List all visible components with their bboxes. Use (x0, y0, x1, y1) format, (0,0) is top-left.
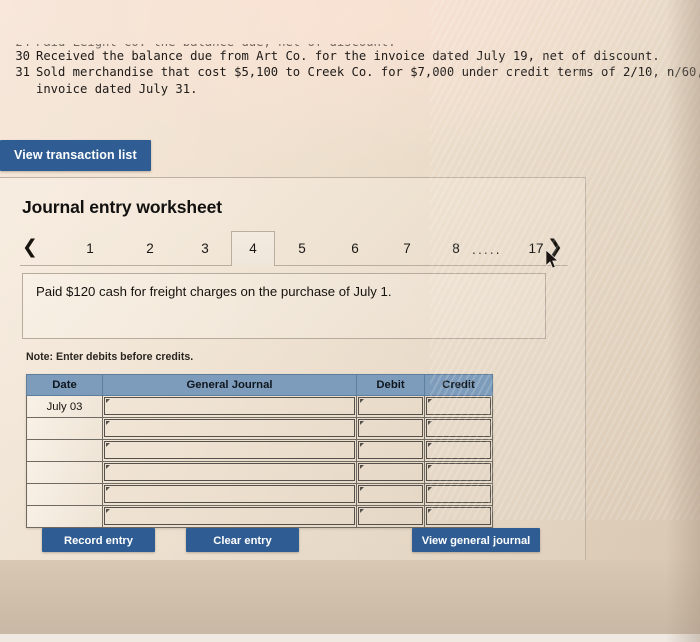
cell-general-journal[interactable] (102, 395, 357, 418)
journal-entry-table: Date General Journal Debit Credit July 0… (26, 374, 493, 528)
cell-debit[interactable] (356, 395, 425, 418)
tab-5[interactable]: 5 (280, 235, 324, 265)
transaction-list-text: 30 Received the balance due from Art Co. … (8, 48, 700, 97)
table-row (26, 461, 493, 484)
column-header-date: Date (26, 374, 103, 396)
account-title-input[interactable] (104, 507, 355, 525)
cell-credit[interactable] (424, 439, 493, 462)
cell-debit[interactable] (356, 505, 425, 528)
debit-input[interactable] (358, 397, 423, 415)
debit-input[interactable] (358, 485, 423, 503)
cell-credit[interactable] (424, 483, 493, 506)
account-title-input[interactable] (104, 397, 355, 415)
cell-date: July 03 (26, 395, 103, 418)
column-header-credit: Credit (424, 374, 493, 396)
transaction-line-number: 31 (15, 65, 30, 80)
cell-debit[interactable] (356, 439, 425, 462)
credit-input[interactable] (426, 397, 491, 415)
debit-input[interactable] (358, 507, 423, 525)
cell-debit[interactable] (356, 461, 425, 484)
column-header-debit: Debit (356, 374, 425, 396)
cell-date (26, 483, 103, 506)
credit-input[interactable] (426, 419, 491, 437)
cell-credit[interactable] (424, 505, 493, 528)
cell-general-journal[interactable] (102, 461, 357, 484)
tab-6[interactable]: 6 (333, 235, 377, 265)
tab-7[interactable]: 7 (385, 235, 429, 265)
transaction-line-text: Received the balance due from Art Co. fo… (36, 49, 660, 63)
tab-4[interactable]: 4 (231, 231, 275, 266)
transaction-line: 31 Sold merchandise that cost $5,100 to C… (8, 64, 700, 80)
account-title-input[interactable] (104, 441, 355, 459)
chevron-left-icon[interactable]: ❮ (22, 235, 38, 259)
table-row (26, 417, 493, 440)
debit-input[interactable] (358, 441, 423, 459)
cell-credit[interactable] (424, 395, 493, 418)
tab-strip-underline (20, 265, 568, 266)
table-row (26, 505, 493, 528)
cell-date (26, 417, 103, 440)
credit-input[interactable] (426, 507, 491, 525)
cell-general-journal[interactable] (102, 417, 357, 440)
tab-ellipsis: ..... (472, 242, 502, 257)
screen-bottom-edge (0, 634, 700, 642)
credit-input[interactable] (426, 485, 491, 503)
chevron-right-icon[interactable]: ❯ (547, 235, 563, 259)
account-title-input[interactable] (104, 485, 355, 503)
tab-2[interactable]: 2 (128, 235, 172, 265)
table-header-row: Date General Journal Debit Credit (26, 374, 493, 396)
view-general-journal-button[interactable]: View general journal (412, 528, 540, 552)
worksheet-tab-strip: ❮ 1 2 3 4 5 6 7 8 ..... 17 ❯ (20, 231, 568, 266)
clear-entry-button[interactable]: Clear entry (186, 528, 299, 552)
tab-1[interactable]: 1 (68, 235, 112, 265)
cell-general-journal[interactable] (102, 439, 357, 462)
cell-date (26, 461, 103, 484)
cell-credit[interactable] (424, 461, 493, 484)
column-header-general-journal: General Journal (102, 374, 357, 396)
cell-debit[interactable] (356, 483, 425, 506)
transaction-prompt-text: Paid $120 cash for freight charges on th… (36, 284, 392, 299)
desk-surface-below-screen (0, 560, 700, 642)
cell-debit[interactable] (356, 417, 425, 440)
cell-general-journal[interactable] (102, 483, 357, 506)
cell-date (26, 505, 103, 528)
debit-input[interactable] (358, 463, 423, 481)
credit-input[interactable] (426, 441, 491, 459)
transaction-line: 30 Received the balance due from Art Co. … (8, 48, 698, 64)
tab-3[interactable]: 3 (183, 235, 227, 265)
worksheet-footer-buttons: Record entry Clear entry View general jo… (0, 528, 586, 558)
transaction-line-continuation: invoice dated July 31. (36, 81, 198, 96)
cell-date (26, 439, 103, 462)
journal-entry-table-body: July 03 (26, 395, 493, 528)
cell-credit[interactable] (424, 417, 493, 440)
transaction-prompt-box: Paid $120 cash for freight charges on th… (22, 273, 546, 339)
debits-before-credits-note: Note: Enter debits before credits. (26, 351, 194, 363)
table-row: July 03 (26, 395, 493, 418)
credit-input[interactable] (426, 463, 491, 481)
debit-input[interactable] (358, 419, 423, 437)
record-entry-button[interactable]: Record entry (42, 528, 155, 552)
cell-general-journal[interactable] (102, 505, 357, 528)
page-title: Journal entry worksheet (22, 197, 222, 217)
account-title-input[interactable] (104, 419, 355, 437)
journal-entry-worksheet-card: Journal entry worksheet ❮ 1 2 3 4 5 6 7 … (0, 177, 586, 570)
transaction-line-number: 30 (15, 49, 30, 63)
table-row (26, 439, 493, 462)
view-transaction-list-wrap: View transaction list (0, 140, 151, 171)
table-row (26, 483, 493, 506)
view-transaction-list-button[interactable]: View transaction list (0, 140, 151, 171)
transaction-line-text: Sold merchandise that cost $5,100 to Cre… (36, 65, 700, 80)
account-title-input[interactable] (104, 463, 355, 481)
